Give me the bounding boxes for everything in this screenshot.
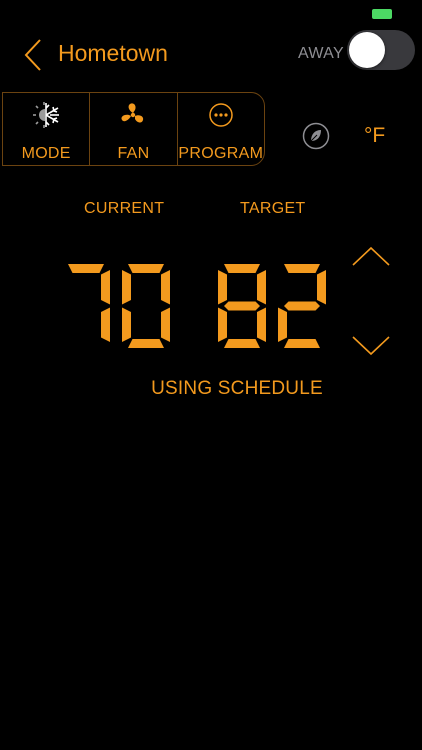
chevron-left-icon bbox=[24, 39, 41, 71]
fan-button[interactable]: FAN bbox=[90, 93, 178, 165]
current-temperature-digits bbox=[68, 264, 170, 348]
segment-d bbox=[224, 339, 260, 348]
segment-a bbox=[68, 264, 104, 273]
target-temp-label: TARGET bbox=[240, 200, 306, 217]
target-temperature-display bbox=[218, 264, 328, 348]
segment-c bbox=[161, 307, 170, 342]
segment-g bbox=[284, 301, 320, 311]
segment-a bbox=[284, 264, 320, 273]
segment-e bbox=[278, 307, 287, 342]
segment-c bbox=[257, 307, 266, 342]
leaf-icon bbox=[302, 122, 330, 150]
segment-e bbox=[218, 307, 227, 342]
segment-c bbox=[101, 307, 110, 342]
mode-button-group: MODE FAN PROGRAM bbox=[2, 92, 265, 166]
segment-d bbox=[284, 339, 320, 348]
decrease-temperature-button[interactable] bbox=[351, 334, 391, 358]
segment-b bbox=[161, 270, 170, 305]
program-label: PROGRAM bbox=[178, 145, 264, 162]
segment-f bbox=[218, 270, 227, 305]
toggle-knob bbox=[349, 32, 385, 68]
battery-indicator bbox=[372, 9, 392, 19]
chevron-down-icon bbox=[352, 336, 390, 356]
segment-b bbox=[101, 270, 110, 305]
away-toggle[interactable] bbox=[347, 30, 415, 70]
current-temperature-display bbox=[62, 264, 172, 348]
increase-temperature-button[interactable] bbox=[351, 244, 391, 268]
segment-e bbox=[122, 307, 131, 342]
segment-b bbox=[317, 270, 326, 305]
snowflake-sun-icon bbox=[33, 102, 60, 128]
mode-label: MODE bbox=[21, 145, 71, 162]
location-title: Hometown bbox=[58, 40, 168, 66]
fan-icon bbox=[121, 103, 144, 123]
segment-a bbox=[128, 264, 164, 273]
segment-f bbox=[122, 270, 131, 305]
segment-b bbox=[257, 270, 266, 305]
fan-label: FAN bbox=[117, 145, 150, 162]
target-temperature-digits bbox=[218, 264, 326, 348]
segment-d bbox=[128, 339, 164, 348]
segment-a bbox=[224, 264, 260, 273]
mode-button[interactable]: MODE bbox=[3, 93, 91, 165]
program-button[interactable]: PROGRAM bbox=[178, 93, 264, 165]
eco-button[interactable] bbox=[302, 122, 330, 150]
more-dots-icon bbox=[209, 103, 233, 127]
schedule-status: USING SCHEDULE bbox=[151, 378, 323, 399]
chevron-up-icon bbox=[352, 246, 390, 266]
current-temp-label: CURRENT bbox=[84, 200, 165, 217]
temperature-unit-button[interactable]: °F bbox=[364, 124, 385, 148]
away-label: AWAY bbox=[298, 45, 344, 62]
segment-g bbox=[224, 301, 260, 311]
back-button[interactable] bbox=[22, 38, 46, 72]
